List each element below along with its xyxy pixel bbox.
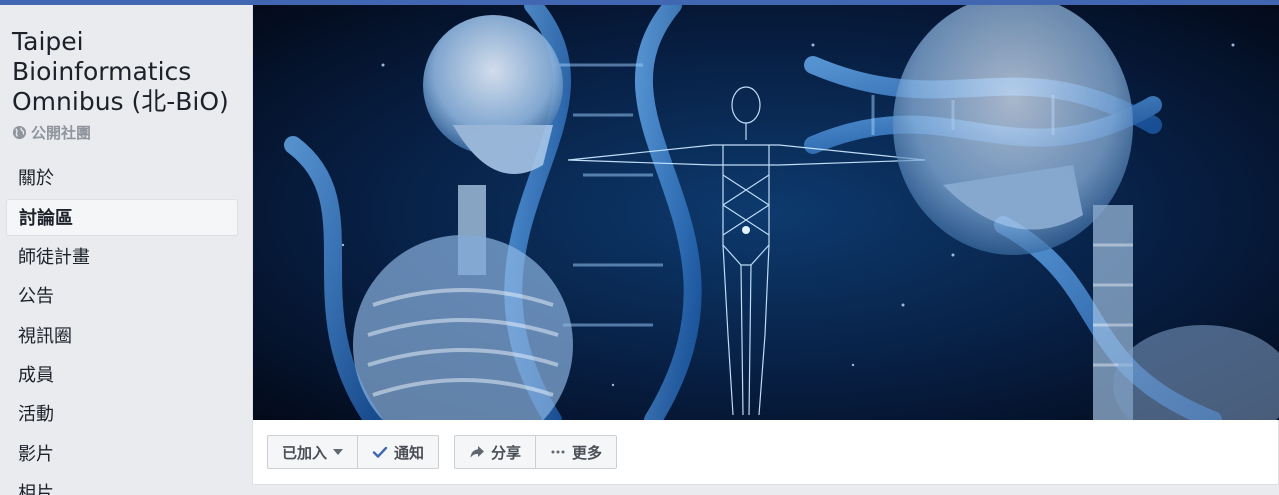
membership-button-group: 已加入 通知 <box>267 435 440 469</box>
checkmark-icon <box>372 446 388 458</box>
group-title[interactable]: Taipei Bioinformatics Omnibus (北-BiO) <box>12 27 247 117</box>
joined-label: 已加入 <box>282 443 328 462</box>
globe-icon <box>12 125 27 140</box>
group-privacy: 公開社團 <box>12 122 91 143</box>
share-arrow-icon <box>470 446 485 458</box>
share-more-button-group: 分享 更多 <box>454 435 618 469</box>
nav-item-photos[interactable]: 相片 <box>6 475 238 495</box>
caret-down-icon <box>333 449 344 455</box>
group-nav: 關於 討論區 師徒計畫 公告 視訊圈 成員 活動 影片 相片 <box>6 160 238 495</box>
more-label: 更多 <box>572 443 603 462</box>
notify-button[interactable]: 通知 <box>357 436 438 468</box>
group-main: 已加入 通知 分享 更多 <box>252 5 1279 485</box>
joined-button[interactable]: 已加入 <box>268 436 357 468</box>
nav-item-about[interactable]: 關於 <box>6 160 238 197</box>
more-dots-icon <box>551 450 565 454</box>
privacy-label: 公開社團 <box>31 124 92 142</box>
notify-label: 通知 <box>394 443 425 462</box>
nav-item-events[interactable]: 活動 <box>6 396 238 433</box>
nav-item-announcements[interactable]: 公告 <box>6 278 238 315</box>
cover-illustration <box>253 5 1279 420</box>
group-sidebar: Taipei Bioinformatics Omnibus (北-BiO) 公開… <box>0 5 252 495</box>
share-label: 分享 <box>491 443 522 462</box>
group-actions: 已加入 通知 分享 更多 <box>267 435 618 469</box>
nav-item-discussion[interactable]: 討論區 <box>6 199 238 237</box>
cover-photo[interactable] <box>253 5 1279 420</box>
nav-item-videos[interactable]: 影片 <box>6 436 238 473</box>
nav-item-video-chat[interactable]: 視訊圈 <box>6 318 238 355</box>
nav-item-mentorship[interactable]: 師徒計畫 <box>6 239 238 276</box>
nav-item-members[interactable]: 成員 <box>6 357 238 394</box>
more-button[interactable]: 更多 <box>535 436 616 468</box>
share-button[interactable]: 分享 <box>455 436 535 468</box>
